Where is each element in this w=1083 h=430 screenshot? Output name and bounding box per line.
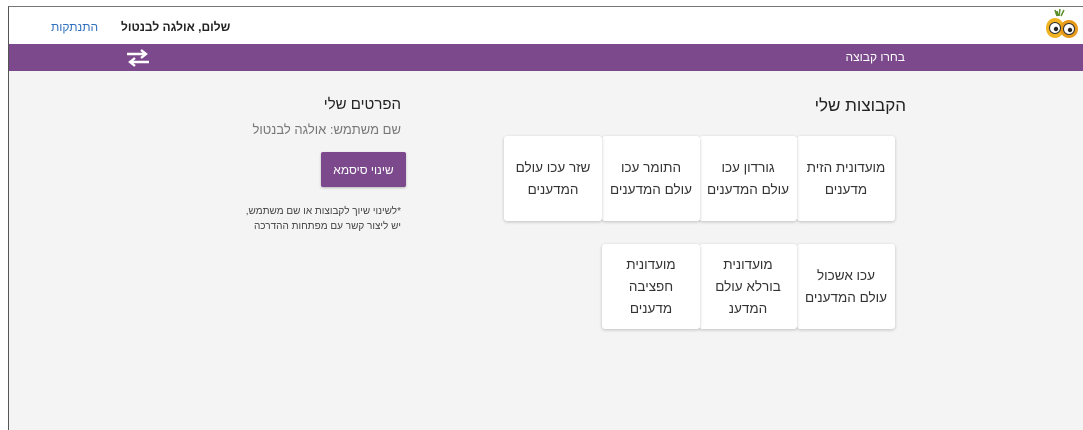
- note-line: *לשינוי שיוך לקבוצות או שם משתמש,: [245, 206, 401, 217]
- group-nav-bar: בחרו קבוצה: [9, 44, 1083, 71]
- app-window: התנתקות שלום, אולגה לבנטול בחרו קבוצה הק…: [8, 6, 1083, 430]
- change-password-button[interactable]: שינוי סיסמא: [321, 152, 406, 187]
- group-card[interactable]: גורדון עכו עולם המדענים: [699, 136, 797, 221]
- group-card[interactable]: מועדונית בורלא עולם המדענ: [699, 244, 797, 329]
- top-bar: התנתקות שלום, אולגה לבנטול: [9, 7, 1083, 44]
- note-line: יש ליצור קשר עם מפתחות ההדרכה: [253, 221, 401, 232]
- group-card[interactable]: מועדונית חפציבה מדענים: [602, 244, 700, 329]
- group-card[interactable]: התומר עכו עולם המדענים: [602, 136, 700, 221]
- choose-group-link[interactable]: בחרו קבוצה: [846, 50, 905, 64]
- swap-arrows-icon[interactable]: [125, 48, 151, 68]
- username-text: שם משתמש: אולגה לבנטול: [252, 122, 401, 137]
- greeting-text: שלום, אולגה לבנטול: [121, 20, 231, 34]
- logo-icon: [1046, 9, 1078, 38]
- group-card[interactable]: שזר עכו עולם המדענים: [504, 136, 602, 221]
- contact-note: *לשינוי שיוך לקבוצות או שם משתמש, יש ליצ…: [246, 204, 401, 234]
- logout-link[interactable]: התנתקות: [51, 20, 98, 34]
- group-card[interactable]: מועדונית הזית מדענים: [797, 136, 895, 221]
- group-card[interactable]: עכו אשכול עולם המדענים: [797, 244, 895, 329]
- my-groups-title: הקבוצות שלי: [814, 96, 906, 115]
- my-details-title: הפרטים שלי: [323, 96, 401, 113]
